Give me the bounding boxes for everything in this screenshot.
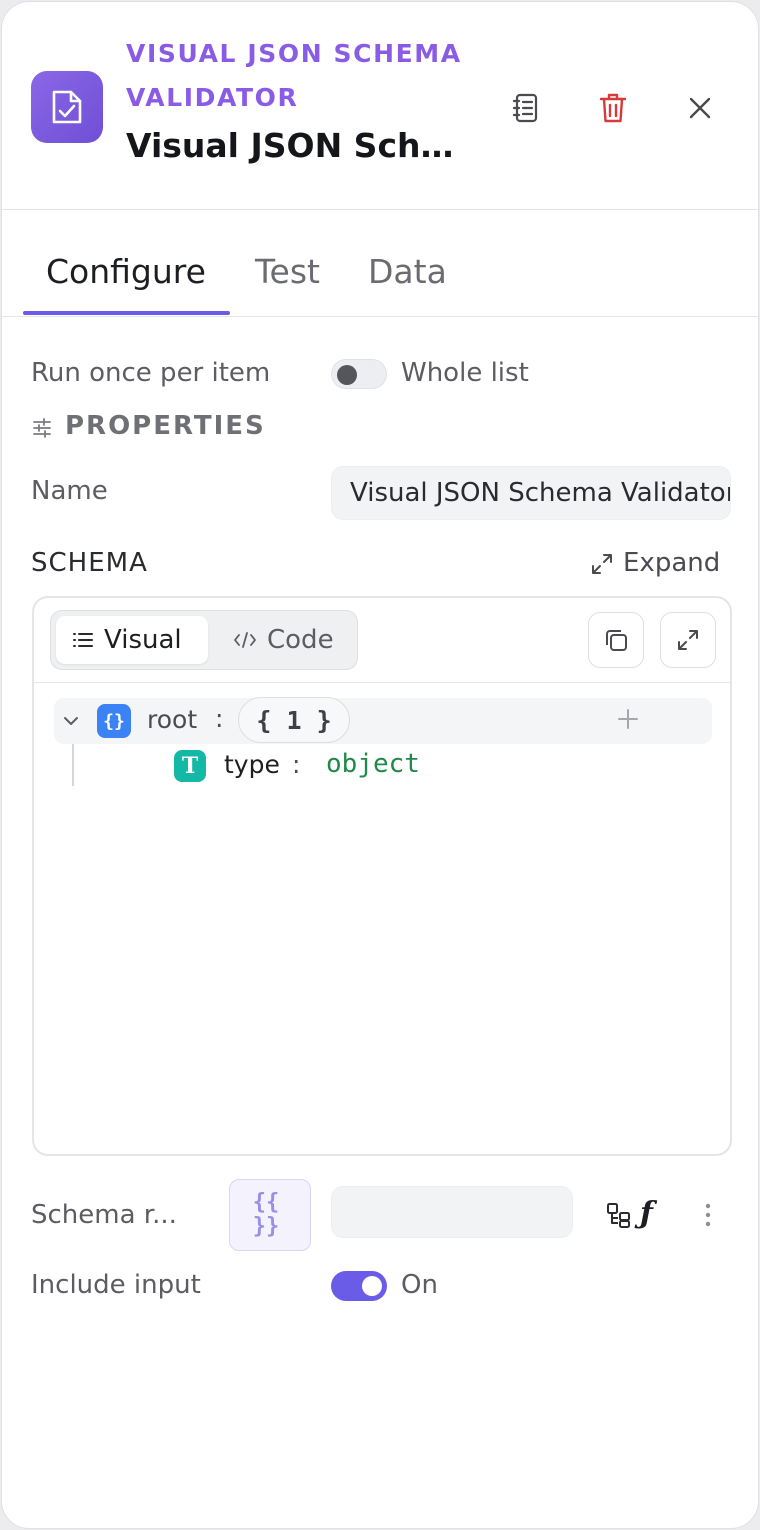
expand-arrows-icon[interactable] [590,552,614,580]
type-colon: : [292,750,301,779]
schema-editor: Visual Code {} root: {1} T type: obj… [32,596,732,1156]
properties-heading: PROPERTIES [65,411,266,441]
fullscreen-button[interactable] [660,612,716,668]
tab-bar: Configure Test Data [2,212,758,317]
active-tab-indicator [23,311,230,315]
visual-mode-label: Visual [104,625,182,655]
schema-ref-label: Schema r... [31,1200,177,1230]
expression-braces-button[interactable]: {{ }} [229,1179,311,1251]
object-type-icon: {} [97,704,131,738]
name-input[interactable]: Visual JSON Schema Validator [331,466,731,520]
tree-mapping-icon[interactable] [604,1200,634,1230]
sliders-icon [32,418,52,442]
tab-data[interactable]: Data [368,252,447,291]
node-settings-panel: VISUAL JSON SCHEMA VALIDATOR Visual JSON… [1,1,759,1529]
chevron-down-icon[interactable] [62,712,80,734]
run-mode-toggle[interactable] [331,359,387,389]
notes-icon[interactable] [504,86,548,130]
code-mode-label: Code [267,625,334,655]
copy-button[interactable] [588,612,644,668]
maximize-icon [678,630,698,650]
visual-mode-button[interactable]: Visual [56,616,208,664]
braces-top: {{ [252,1190,280,1215]
run-mode-toggle-label: Whole list [401,358,529,388]
include-input-label: Include input [31,1270,201,1300]
expand-link[interactable]: Expand [623,548,720,578]
include-input-toggle-label: On [401,1270,438,1300]
name-label: Name [31,476,108,506]
schema-ref-input[interactable] [331,1186,573,1238]
file-check-icon [31,71,103,143]
child-count-badge[interactable]: { 1 } [238,697,350,743]
copy-icon [606,630,627,651]
schema-heading: SCHEMA [31,548,148,578]
add-property-icon[interactable] [616,707,640,735]
list-icon [73,633,93,647]
panel-header: VISUAL JSON SCHEMA VALIDATOR Visual JSON… [2,2,758,210]
code-mode-button[interactable]: Code [217,616,355,664]
trash-icon[interactable] [591,86,635,130]
view-mode-switch: Visual Code [50,610,358,670]
root-key: root [147,705,198,734]
text-type-icon: T [174,750,206,782]
node-title[interactable]: Visual JSON Sch... [126,126,456,165]
run-mode-label: Run once per item [31,358,271,388]
close-icon[interactable] [678,86,722,130]
more-vertical-icon[interactable] [702,1202,714,1232]
key-colon: : [215,704,224,733]
include-input-toggle[interactable] [331,1271,387,1301]
node-type-label: VISUAL JSON SCHEMA VALIDATOR [126,39,462,112]
type-key: type [224,750,280,779]
type-value[interactable]: object [326,749,420,779]
tree-guide-line [72,744,74,786]
function-icon[interactable]: ƒ [640,1196,653,1231]
tree-node-root[interactable]: {} root : { 1 } [54,697,712,744]
braces-bottom: }} [252,1214,280,1239]
tab-test[interactable]: Test [255,252,320,291]
card-divider [34,682,730,683]
tab-configure[interactable]: Configure [46,252,206,291]
code-icon [234,632,256,648]
